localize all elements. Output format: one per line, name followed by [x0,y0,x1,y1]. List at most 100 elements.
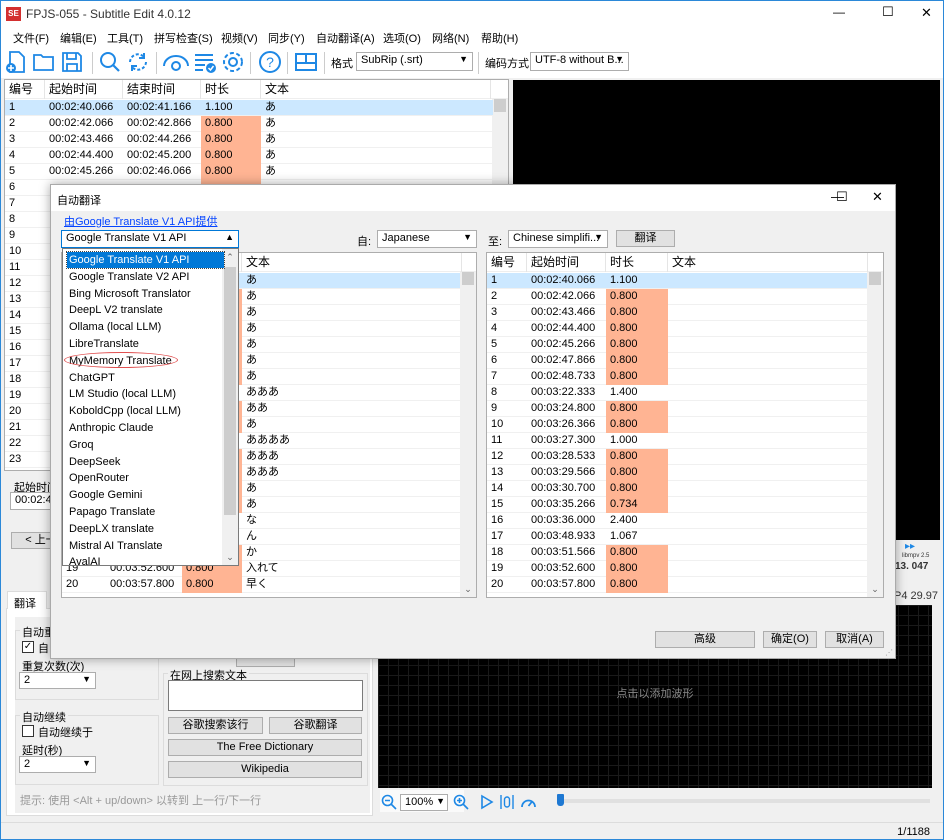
waveform-position-slider[interactable] [560,799,930,803]
scrollbar-thumb[interactable] [869,271,881,285]
table-row[interactable]: 20 00:03:57.800 0.800 [487,577,867,593]
play-icon[interactable] [480,794,494,810]
waveform-zoom-select[interactable]: 100% ▼ [400,794,448,811]
column-header[interactable]: 结束时间 [123,80,201,99]
menu-item[interactable]: 同步(Y) [268,30,305,46]
engine-option[interactable]: AvalAI [67,554,224,570]
format-select[interactable]: SubRip (.srt) ▼ [356,52,473,71]
visual-sync-icon[interactable] [162,50,190,74]
scrollbar-thumb[interactable] [462,271,474,285]
engine-option[interactable]: Bing Microsoft Translator [67,286,224,302]
target-grid[interactable]: ⌃⌄ 编号起始时间时长文本 1 00:02:40.066 1.100 2 00:02:42… [486,252,884,598]
engine-option[interactable]: Papago Translate [67,504,224,520]
table-row[interactable]: 3 00:02:43.466 0.800 [487,305,867,321]
menu-item[interactable]: 文件(F) [13,30,49,46]
table-row[interactable]: 18 00:03:51.566 0.800 [487,545,867,561]
engine-dropdown-scrollbar[interactable]: ⌃ ⌄ [222,249,238,565]
web-search-textarea[interactable] [168,680,363,711]
menu-item[interactable]: 自动翻译(A) [316,30,375,46]
table-row[interactable]: 1 00:02:40.066 00:02:41.166 1.100 あ [5,100,493,116]
engine-option[interactable]: Google Translate V1 API [66,251,225,269]
close-button[interactable]: ✕ [921,5,932,21]
spell-check-icon[interactable] [193,50,217,74]
new-file-icon[interactable] [4,50,28,74]
speed-icon[interactable] [520,794,537,810]
free-dictionary-button[interactable]: The Free Dictionary [168,739,362,756]
table-row[interactable]: 16 00:03:36.000 2.400 [487,513,867,529]
table-row[interactable]: 15 00:03:35.266 0.734 [487,497,867,513]
maximize-button[interactable]: ☐ [882,4,894,20]
target-grid-scrollbar[interactable]: ⌃⌄ [867,253,883,597]
help-icon[interactable]: ? [258,50,282,74]
play-selection-icon[interactable] [499,794,515,810]
column-header[interactable]: 时长 [201,80,261,99]
column-header[interactable]: 文本 [261,80,491,99]
slider-thumb[interactable] [557,794,564,806]
chevron-down-icon[interactable]: ⌄ [222,549,238,565]
cancel-button[interactable]: 取消(A) [825,631,884,648]
engine-option[interactable]: OpenRouter [67,470,224,486]
encoding-select[interactable]: UTF-8 without B... ▼ [530,52,629,71]
column-header[interactable]: 时长 [606,253,668,272]
engine-select[interactable]: Google Translate V1 API ▲ [61,230,239,248]
engine-option[interactable]: DeepLX translate [67,521,224,537]
chevron-up-icon[interactable]: ⌃ [222,249,238,265]
powered-by-link[interactable]: 由Google Translate V1 API提供 [64,213,217,229]
chevron-down-icon[interactable]: ⌄ [867,581,883,597]
advanced-button[interactable]: 高级 [655,631,755,648]
column-header[interactable]: 编号 [487,253,527,272]
column-header[interactable]: 文本 [668,253,868,272]
engine-option[interactable]: ChatGPT [67,370,224,386]
engine-option[interactable]: KoboldCpp (local LLM) [67,403,224,419]
minimize-button[interactable]: — [833,5,845,19]
column-header[interactable]: 起始时间 [45,80,123,99]
engine-option[interactable]: Mistral AI Translate [67,538,224,554]
zoom-out-icon[interactable] [381,794,397,810]
open-folder-icon[interactable] [32,50,56,74]
table-row[interactable]: 5 00:02:45.266 00:02:46.066 0.800 あ [5,164,493,180]
table-row[interactable]: 10 00:03:26.366 0.800 [487,417,867,433]
table-row[interactable]: 3 00:02:43.466 00:02:44.266 0.800 あ [5,132,493,148]
engine-option[interactable]: Google Translate V2 API [67,269,224,285]
auto-continue-checkbox[interactable] [22,725,34,737]
menu-item[interactable]: 帮助(H) [481,30,518,46]
to-language-select[interactable]: Chinese simplifi... ▼ [508,230,608,248]
table-row[interactable]: 4 00:02:44.400 0.800 [487,321,867,337]
table-row[interactable]: 19 00:03:52.600 0.800 [487,561,867,577]
menu-item[interactable]: 拼写检查(S) [154,30,213,46]
column-header[interactable]: 起始时间 [527,253,606,272]
engine-option[interactable]: Groq [67,437,224,453]
table-row[interactable]: 17 00:03:48.933 1.067 [487,529,867,545]
scrollbar-thumb[interactable] [494,98,506,112]
find-icon[interactable] [98,50,122,74]
table-row[interactable]: 1 00:02:40.066 1.100 [487,273,867,289]
column-header[interactable]: 文本 [242,253,462,272]
auto-repeat-checkbox[interactable]: ✓ [22,641,34,653]
table-row[interactable]: 9 00:03:24.800 0.800 [487,401,867,417]
engine-option[interactable]: LM Studio (local LLM) [67,386,224,402]
from-language-select[interactable]: Japanese ▼ [377,230,477,248]
table-row[interactable]: 2 00:02:42.066 0.800 [487,289,867,305]
engine-option[interactable]: DeepSeek [67,454,224,470]
table-row[interactable]: 20 00:03:57.800 0.800 早く [62,577,460,593]
table-row[interactable]: 5 00:02:45.266 0.800 [487,337,867,353]
tab-translate[interactable]: 翻译 [7,591,47,610]
table-row[interactable]: 13 00:03:29.566 0.800 [487,465,867,481]
engine-option[interactable]: DeepL V2 translate [67,302,224,318]
engine-dropdown-list[interactable]: ⌃ ⌄ Google Translate V1 API Google Transla… [62,248,239,568]
table-row[interactable]: 11 00:03:27.300 1.000 [487,433,867,449]
repeat-count-select[interactable]: 2 ▼ [19,672,96,689]
table-row[interactable]: 7 00:02:48.733 0.800 [487,369,867,385]
layout-icon[interactable] [294,50,318,74]
table-row[interactable]: 8 00:03:22.333 1.400 [487,385,867,401]
table-row[interactable]: 6 00:02:47.866 0.800 [487,353,867,369]
engine-option[interactable]: Google Gemini [67,487,224,503]
engine-option[interactable]: LibreTranslate [67,336,224,352]
table-row[interactable]: 12 00:03:28.533 0.800 [487,449,867,465]
google-search-line-button[interactable]: 谷歌搜索该行 [168,717,263,734]
fast-forward-icon[interactable]: ▸▸ [905,541,915,552]
scrollbar-thumb[interactable] [224,267,236,515]
menu-item[interactable]: 工具(T) [107,30,143,46]
menu-item[interactable]: 视频(V) [221,30,258,46]
table-row[interactable]: 4 00:02:44.400 00:02:45.200 0.800 あ [5,148,493,164]
